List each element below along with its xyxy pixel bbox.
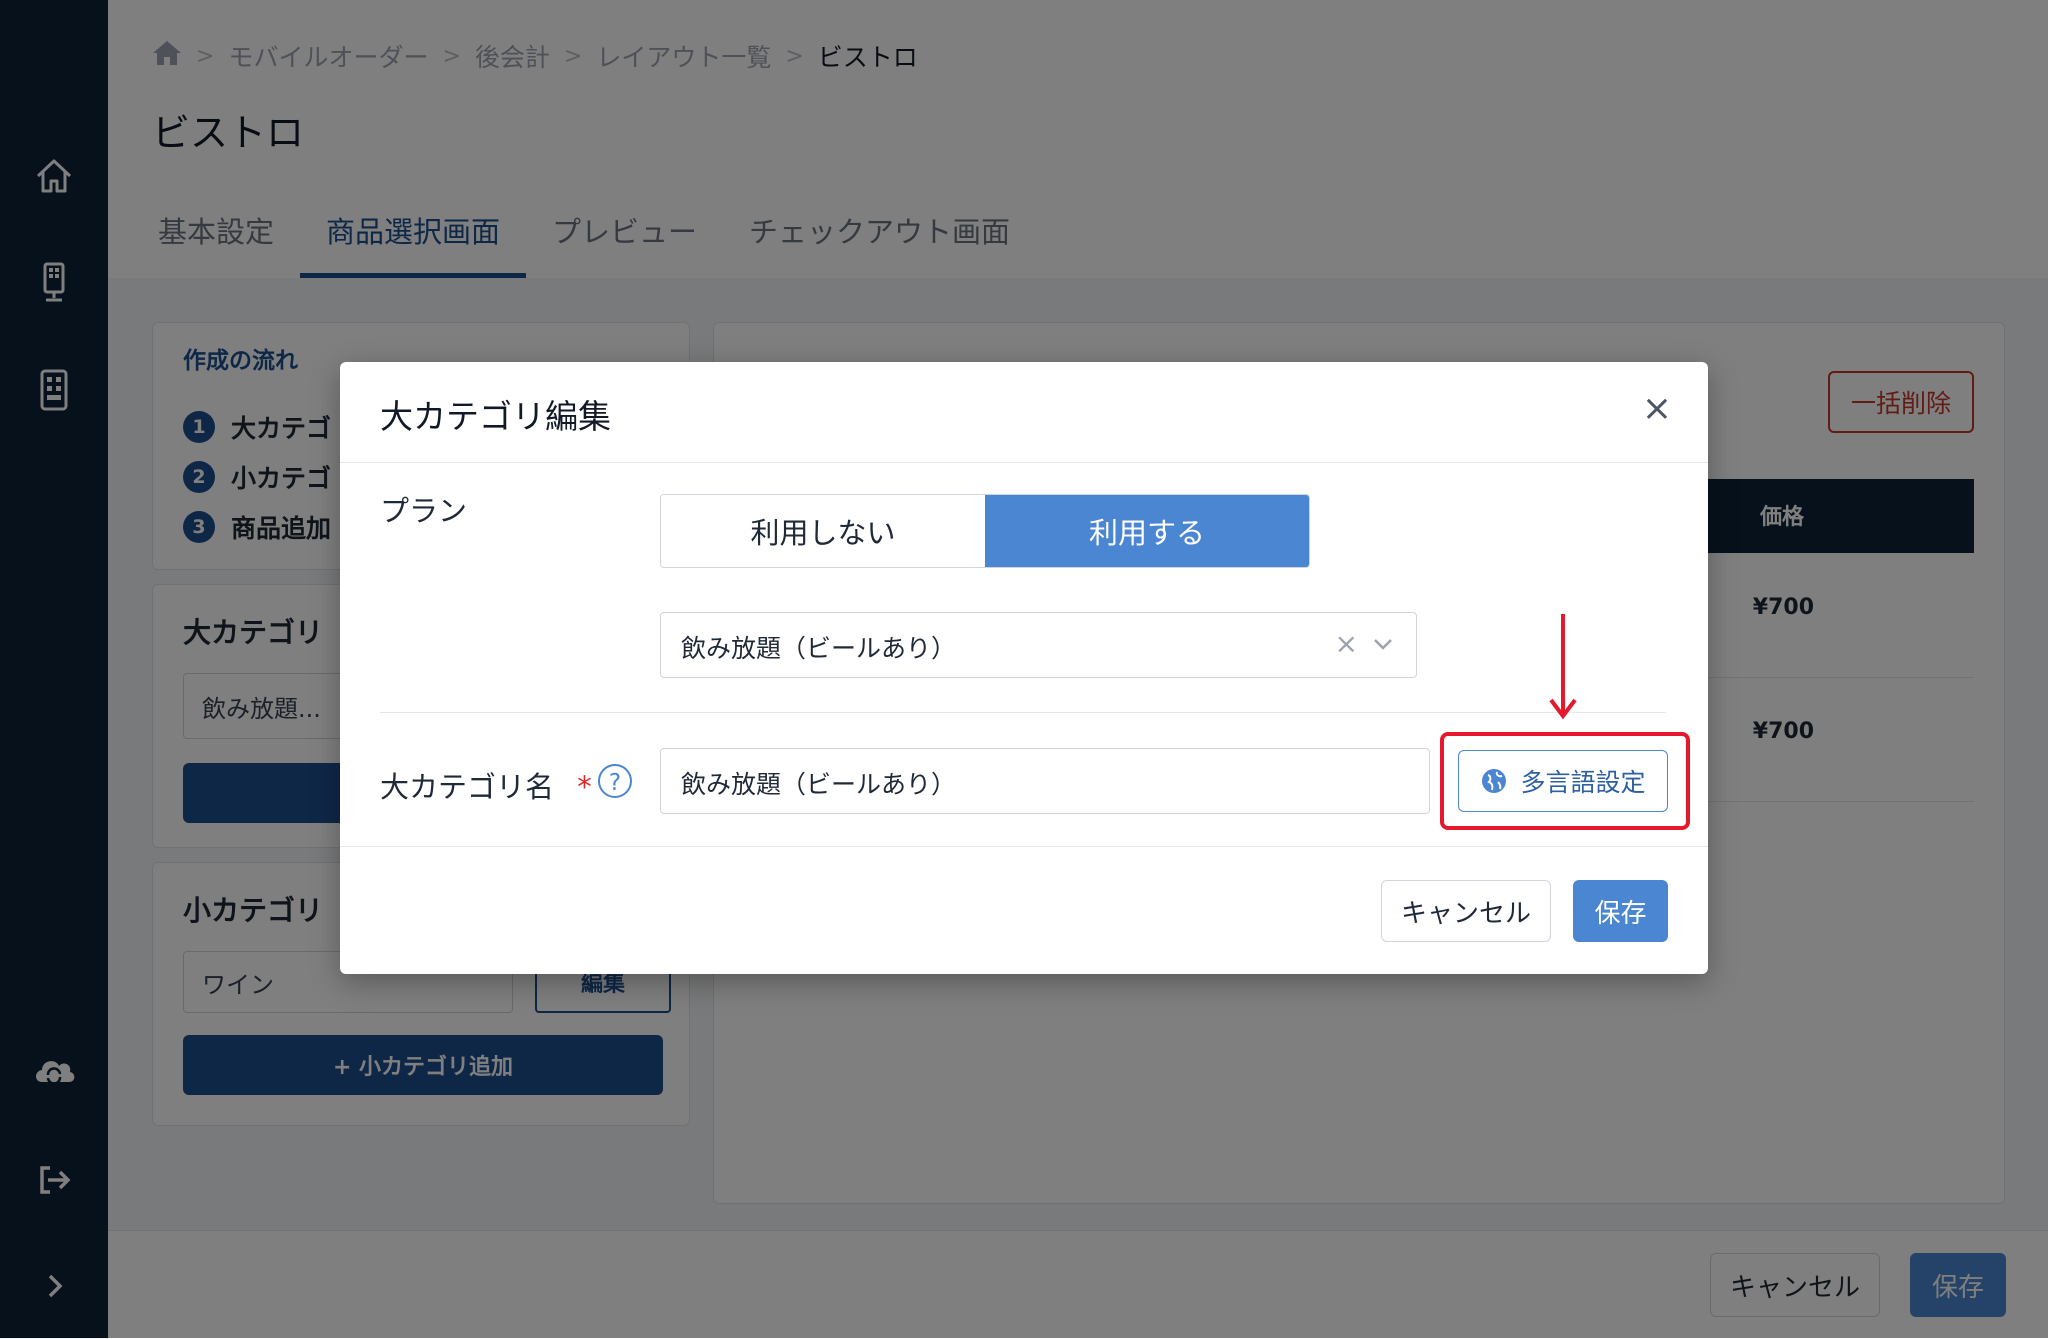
annotation-arrow-icon bbox=[1549, 614, 1577, 720]
plan-option-use[interactable]: 利用する bbox=[985, 495, 1309, 567]
close-icon[interactable]: × bbox=[1642, 388, 1672, 429]
required-mark: * bbox=[577, 770, 592, 804]
modal-title: 大カテゴリ編集 bbox=[380, 397, 611, 436]
category-name-value: 飲み放題（ビールあり） bbox=[681, 770, 957, 799]
multilanguage-label: 多言語設定 bbox=[1520, 768, 1646, 797]
globe-icon bbox=[1482, 769, 1507, 793]
plan-label: プラン bbox=[380, 494, 468, 528]
section-divider bbox=[380, 712, 1666, 713]
category-name-label: 大カテゴリ名 * bbox=[380, 764, 592, 806]
footer-divider bbox=[340, 846, 1708, 847]
edit-major-category-modal: 大カテゴリ編集 × プラン 利用しない 利用する 飲み放題（ビールあり） × 大… bbox=[340, 362, 1708, 974]
plan-select-value: 飲み放題（ビールあり） bbox=[681, 634, 957, 663]
modal-cancel-button[interactable]: キャンセル bbox=[1381, 880, 1551, 942]
help-icon[interactable]: ? bbox=[598, 764, 632, 798]
multilanguage-settings-button[interactable]: 多言語設定 bbox=[1458, 750, 1668, 812]
plan-option-not-use[interactable]: 利用しない bbox=[661, 495, 985, 567]
plan-select[interactable]: 飲み放題（ビールあり） × bbox=[660, 612, 1417, 678]
modal-save-button[interactable]: 保存 bbox=[1573, 880, 1668, 942]
category-name-input[interactable]: 飲み放題（ビールあり） bbox=[660, 748, 1430, 814]
clear-icon[interactable]: × bbox=[1335, 627, 1358, 660]
modal-header: 大カテゴリ編集 × bbox=[340, 362, 1708, 463]
plan-toggle: 利用しない 利用する bbox=[660, 494, 1310, 568]
chevron-down-icon[interactable] bbox=[1370, 631, 1396, 657]
category-name-label-text: 大カテゴリ名 bbox=[380, 770, 555, 804]
